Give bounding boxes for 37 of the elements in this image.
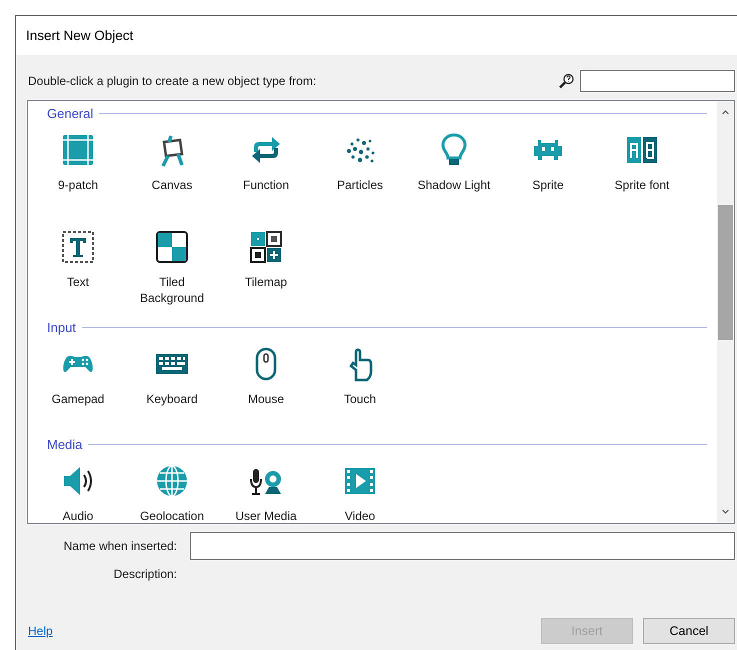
plugin-label[interactable]: Audio — [32, 508, 124, 523]
grid-icon — [60, 132, 96, 168]
globe-icon — [154, 463, 190, 499]
plugin-label[interactable]: 9-patch — [32, 177, 124, 193]
tiles-icon — [248, 229, 284, 265]
window-title: Insert New Object — [26, 28, 134, 43]
checker-icon — [154, 229, 190, 265]
help-link[interactable]: Help — [27, 624, 531, 638]
field-label: Description: — [112, 567, 178, 581]
plugin-label[interactable]: Keyboard — [126, 391, 218, 407]
plugin-label[interactable]: Text — [32, 274, 124, 290]
section-heading: General — [47, 106, 94, 120]
plugin-label[interactable]: Video — [314, 508, 406, 523]
search-help-icon — [558, 72, 576, 90]
scroll-thumb[interactable] — [718, 205, 733, 340]
section-heading: Input — [47, 320, 76, 334]
plugin-label[interactable]: Sprite — [502, 177, 594, 193]
search-field[interactable] — [580, 70, 735, 92]
plugin-label[interactable]: Geolocation — [126, 508, 218, 523]
instruction-text: Double-click a plugin to create a new object type from: — [27, 74, 318, 88]
name-field[interactable] — [190, 532, 735, 560]
plugin-label[interactable]: Sprite font — [596, 177, 688, 193]
section-heading: Media — [47, 436, 82, 452]
plugin-label[interactable]: User Media — [220, 508, 312, 523]
plugin-label[interactable]: Tiled Background — [126, 274, 218, 306]
scrollbar[interactable] — [717, 101, 734, 523]
plugin-label[interactable]: Function — [220, 177, 312, 193]
plugin-label[interactable]: Shadow Light — [408, 177, 500, 193]
plugin-label[interactable]: Canvas — [126, 177, 218, 193]
plugin-label[interactable]: Particles — [314, 177, 406, 193]
plugin-label[interactable]: Touch — [314, 391, 406, 407]
plugin-label[interactable]: Tilemap — [220, 274, 312, 290]
dialog-button[interactable]: Cancel — [643, 618, 735, 644]
plugin-label[interactable]: Gamepad — [32, 391, 124, 407]
field-label: Name when inserted: — [62, 539, 178, 553]
text-frame-icon — [60, 229, 96, 265]
plugin-label[interactable]: Mouse — [220, 391, 312, 407]
